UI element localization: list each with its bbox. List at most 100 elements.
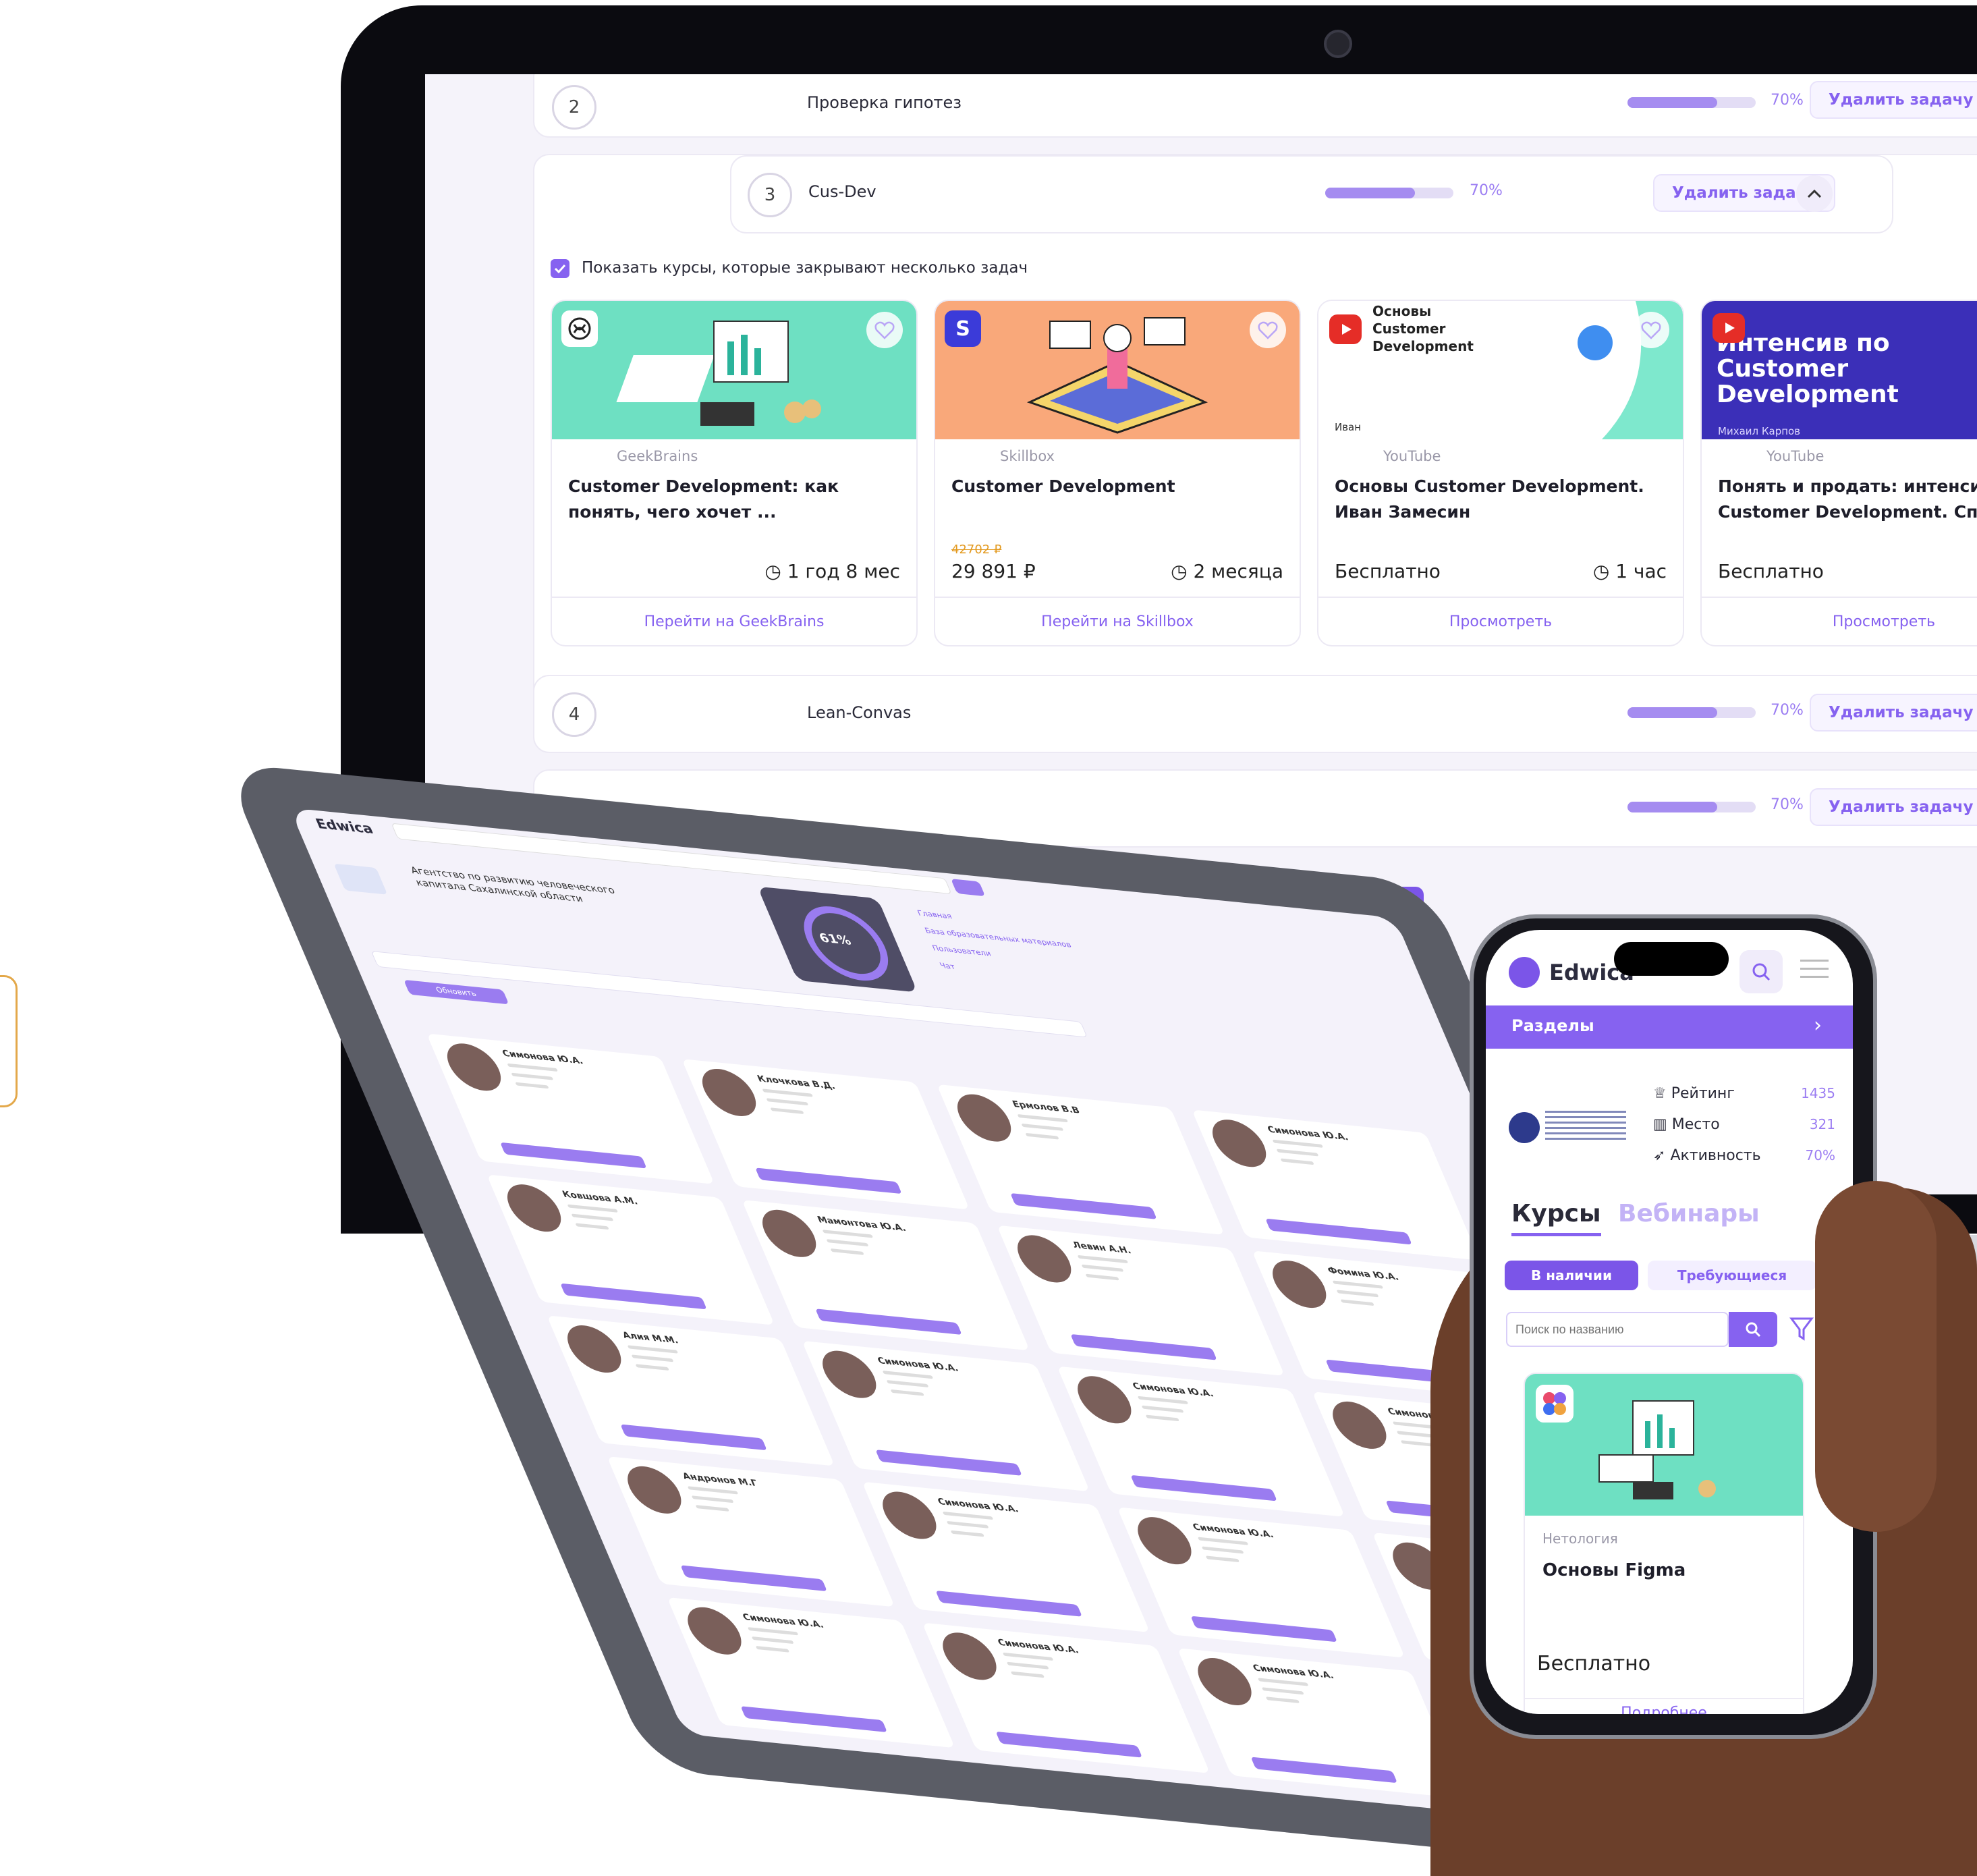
org-emblem-text	[1545, 1111, 1626, 1143]
course-link[interactable]: Перейти на Skillbox	[935, 597, 1300, 645]
text-placeholder-line	[946, 1520, 989, 1528]
course-card[interactable]: S Skillbox Customer Development 42702 ₽ …	[934, 300, 1301, 646]
trajectory-button[interactable]	[995, 1731, 1143, 1758]
task-row[interactable]: 4 Lean-Convas 70% Удалить задачу	[533, 675, 1977, 753]
course-card[interactable]: Основы Customer Development Иван YouTube…	[1317, 300, 1684, 646]
show-multi-checkbox[interactable]	[551, 259, 569, 278]
trajectory-button[interactable]	[1130, 1474, 1277, 1501]
user-name: Алия М.М.	[621, 1330, 680, 1346]
trajectory-button[interactable]	[740, 1706, 888, 1732]
trophy-icon: ♕	[1653, 1085, 1671, 1102]
user-name: Андронов М.Г	[681, 1471, 760, 1489]
user-card[interactable]: Симонова Ю.А.	[862, 1481, 1150, 1633]
phone-course-card[interactable]: Нетология Основы Figma Бесплатно Подробн…	[1524, 1373, 1804, 1714]
menu-hamburger-icon[interactable]	[1800, 960, 1829, 980]
sections-label: Разделы	[1511, 1016, 1594, 1035]
task-row[interactable]: 2 Проверка гипотез 70% Удалить задачу	[533, 74, 1977, 138]
section-title: ep Product Manager	[1046, 985, 1345, 1020]
trajectory-button[interactable]	[815, 1308, 962, 1335]
course-thumbnail	[552, 301, 916, 439]
text-placeholder-line	[1137, 1396, 1189, 1404]
course-duration-value: 1 год 8 мес	[787, 560, 900, 582]
course-card[interactable]: GeekBrains Customer Development: как пон…	[551, 300, 918, 646]
netology-logo-icon	[1536, 1385, 1574, 1423]
avatar	[619, 1464, 690, 1516]
favorite-heart-icon[interactable]	[866, 312, 903, 348]
course-thumbnail: Основы Customer Development Иван	[1318, 301, 1683, 439]
user-card[interactable]: Симонова Ю.А.	[1177, 1648, 1466, 1799]
trajectory-button[interactable]	[680, 1565, 827, 1592]
course-link[interactable]: Просмотреть	[1702, 597, 1977, 645]
collapse-chevron-icon[interactable]	[1796, 175, 1833, 212]
text-placeholder-line	[1265, 1696, 1300, 1704]
task-percent: 70%	[1771, 796, 1804, 813]
trajectory-button[interactable]	[1070, 1333, 1217, 1360]
youtube-logo-icon	[1713, 313, 1745, 343]
task-progress-bar	[1325, 188, 1453, 198]
task-row[interactable]: 3 Cus-Dev 70% Удалить задачу	[730, 155, 1893, 233]
user-name: Левин А.Н.	[1071, 1240, 1133, 1257]
avatar	[1264, 1258, 1335, 1311]
course-old-price: 42702 ₽	[951, 543, 1002, 557]
phone-search-button[interactable]	[1729, 1312, 1777, 1347]
tab-courses[interactable]: Курсы	[1511, 1200, 1601, 1236]
task-number: 3	[748, 173, 792, 217]
course-link[interactable]: Просмотреть	[1318, 597, 1683, 645]
avatar	[1130, 1514, 1200, 1567]
trajectory-button[interactable]	[560, 1283, 707, 1310]
course-thumbnail	[935, 301, 1300, 439]
delete-task-button[interactable]: Удалить задачу	[1810, 694, 1977, 732]
skillbox-logo-icon: S	[945, 310, 981, 347]
avatar	[1069, 1373, 1140, 1426]
course-card[interactable]: Интенсив по Customer Development Михаил …	[1700, 300, 1977, 646]
phone-search-input[interactable]	[1506, 1312, 1729, 1347]
user-card[interactable]: Андронов М.Г	[607, 1456, 895, 1607]
text-placeholder-line	[1010, 1671, 1045, 1678]
trajectory-button[interactable]	[875, 1450, 1022, 1476]
task-progress-fill	[1627, 707, 1717, 718]
favorite-heart-icon[interactable]	[1633, 312, 1669, 348]
trajectory-button[interactable]	[620, 1424, 767, 1451]
thumbnail-caption: Основы Customer Development	[1372, 303, 1474, 354]
tab-webinars[interactable]: Вебинары	[1618, 1200, 1760, 1227]
user-card[interactable]: Симонова Ю.А.	[922, 1622, 1210, 1773]
task-progress-bar	[1627, 707, 1756, 718]
sections-bar[interactable]: Разделы ›	[1486, 1005, 1853, 1049]
text-placeholder-line	[1085, 1273, 1119, 1281]
toggle-required[interactable]: Требующиеся	[1648, 1261, 1816, 1290]
delete-task-button[interactable]: Удалить задачу	[1810, 81, 1977, 119]
user-name: Симонова Ю.А.	[996, 1637, 1081, 1656]
trajectory-button[interactable]	[935, 1590, 1082, 1617]
text-placeholder-line	[882, 1371, 934, 1379]
user-card[interactable]: Симонова Ю.А.	[667, 1597, 955, 1748]
course-link[interactable]: Перейти на GeekBrains	[552, 597, 916, 645]
trajectory-button[interactable]	[1190, 1616, 1338, 1643]
course-link[interactable]: Подробнее	[1525, 1698, 1803, 1714]
avatar	[874, 1489, 945, 1541]
trajectory-button[interactable]	[1250, 1757, 1398, 1784]
course-price: Бесплатно	[1718, 560, 1824, 582]
user-card[interactable]: Алия М.М.	[547, 1315, 835, 1466]
text-placeholder-line	[755, 1645, 790, 1653]
text-placeholder-line	[751, 1636, 794, 1645]
open-next-tasks-button[interactable]: Открыть следующие задачи	[1093, 887, 1424, 935]
user-card[interactable]: Симонова Ю.А.	[1057, 1366, 1345, 1517]
user-card[interactable]: Симонова Ю.А.	[802, 1340, 1090, 1492]
text-placeholder-line	[1081, 1264, 1124, 1272]
user-card[interactable]: Левин А.Н.	[997, 1225, 1285, 1377]
task-expanded-panel: 3 Cus-Dev 70% Удалить задачу Показать ку…	[533, 154, 1977, 730]
filter-icon[interactable]	[1789, 1316, 1814, 1344]
toggle-available[interactable]: В наличии	[1505, 1261, 1638, 1290]
task-row[interactable]: 70% Удалить задачу	[533, 769, 1977, 848]
dynamic-island	[1614, 942, 1729, 976]
stat-value: 1435	[1801, 1085, 1835, 1101]
course-provider: Нетология	[1542, 1530, 1618, 1547]
course-duration-value: 2 месяца	[1193, 560, 1283, 582]
phone-search-icon[interactable]	[1739, 950, 1783, 993]
favorite-heart-icon[interactable]	[1250, 312, 1286, 348]
avatar	[1325, 1399, 1395, 1452]
course-price: Бесплатно	[1335, 560, 1441, 582]
user-name: Симонова Ю.А.	[1191, 1522, 1276, 1541]
delete-task-button[interactable]: Удалить задачу	[1810, 788, 1977, 826]
user-card[interactable]: Симонова Ю.А.	[1117, 1507, 1405, 1658]
